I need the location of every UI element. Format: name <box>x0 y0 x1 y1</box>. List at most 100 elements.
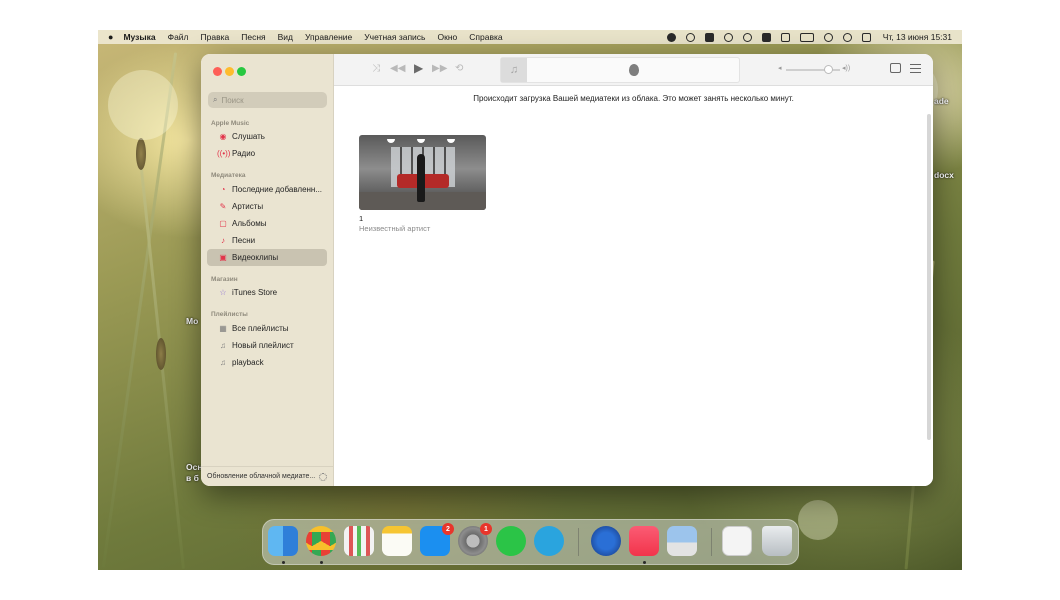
sidebar-item-label: iTunes Store <box>232 288 278 297</box>
sidebar-item-new-playlist[interactable]: ♫ Новый плейлист <box>207 337 327 354</box>
minimize-window-button[interactable] <box>225 67 234 76</box>
menu-help[interactable]: Справка <box>469 32 502 42</box>
apple-logo-icon <box>629 64 639 76</box>
preview-app-icon[interactable] <box>667 526 697 556</box>
dock-separator <box>711 528 712 556</box>
sidebar-item-radio[interactable]: ((•)) Радио <box>207 145 327 162</box>
desktop-file-label[interactable]: docx <box>934 170 954 180</box>
downloads-folder-icon[interactable] <box>722 526 752 556</box>
thumbnail-lamp <box>447 139 455 143</box>
desktop-file-label[interactable]: в б <box>186 473 199 483</box>
sidebar-item-music-videos[interactable]: ▣ Видеоклипы <box>207 249 327 266</box>
menu-controls[interactable]: Управление <box>305 32 352 42</box>
thumbnail-lamp <box>387 139 395 143</box>
bluetooth-status-icon[interactable] <box>780 32 790 42</box>
video-thumbnail[interactable] <box>359 135 486 210</box>
spotlight-search-icon[interactable] <box>842 32 852 42</box>
bolt-status-icon[interactable] <box>666 32 676 42</box>
thumbnail-person <box>417 154 425 202</box>
wifi-icon[interactable] <box>823 32 833 42</box>
next-track-icon[interactable]: ▶▶ <box>432 63 447 74</box>
search-field[interactable]: ⌕ <box>208 92 327 108</box>
video-artist[interactable]: Неизвестный артист <box>359 224 486 233</box>
sidebar-item-itunes-store[interactable]: ☆ iTunes Store <box>207 284 327 301</box>
desktop-file-label[interactable]: Осн <box>186 462 202 472</box>
trash-icon[interactable] <box>762 526 792 556</box>
menu-clock[interactable]: Чт, 13 июня 15:31 <box>883 32 952 42</box>
album-icon: ▢ <box>219 219 227 228</box>
sidebar-item-all-playlists[interactable]: ▦ Все плейлисты <box>207 320 327 337</box>
repeat-icon[interactable]: ⟲ <box>455 63 463 74</box>
finder-icon[interactable] <box>268 526 298 556</box>
lyrics-icon[interactable] <box>890 63 901 73</box>
cloud-library-status: Обновление облачной медиате... <box>201 466 334 486</box>
menu-song[interactable]: Песня <box>241 32 265 42</box>
sidebar-item-songs[interactable]: ♪ Песни <box>207 232 327 249</box>
app-store-icon[interactable]: 2 <box>420 523 454 556</box>
desktop-file-label[interactable]: ade <box>934 96 949 106</box>
loading-spinner-icon <box>319 472 328 481</box>
volume-low-icon: ◂ <box>778 65 782 72</box>
keyboard-layout-icon[interactable] <box>761 32 771 42</box>
sidebar-item-label: playback <box>232 358 264 367</box>
sidebar-item-recently-added[interactable]: ◔ Последние добавленн... <box>207 181 327 198</box>
telegram-icon[interactable] <box>534 526 564 556</box>
music-video-item[interactable]: 1 Неизвестный артист <box>359 135 486 233</box>
control-center-icon[interactable] <box>861 32 871 42</box>
menu-view[interactable]: Вид <box>278 32 293 42</box>
sidebar-item-label: Слушать <box>232 132 265 141</box>
previous-track-icon[interactable]: ◀◀ <box>390 63 405 74</box>
section-title-apple-music: Apple Music <box>211 120 250 127</box>
sidebar-item-albums[interactable]: ▢ Альбомы <box>207 215 327 232</box>
menu-app-name[interactable]: Музыка <box>123 32 155 42</box>
sidebar-item-label: Новый плейлист <box>232 341 294 350</box>
menu-window[interactable]: Окно <box>438 32 458 42</box>
sidebar-item-artists[interactable]: ✎ Артисты <box>207 198 327 215</box>
launchpad-icon[interactable] <box>344 526 374 556</box>
queue-list-icon[interactable] <box>910 64 921 73</box>
target-status-icon[interactable] <box>685 32 695 42</box>
headphones-status-icon[interactable] <box>742 32 752 42</box>
notes-icon[interactable] <box>382 526 412 556</box>
play-icon[interactable]: ▶ <box>414 61 423 75</box>
video-title[interactable]: 1 <box>359 214 486 223</box>
airplay-status-icon[interactable] <box>723 32 733 42</box>
apple-menu-icon[interactable]: ● <box>108 32 113 42</box>
menu-file[interactable]: Файл <box>168 32 189 42</box>
menu-edit[interactable]: Правка <box>201 32 230 42</box>
microphone-icon: ✎ <box>219 202 227 211</box>
music-app-icon[interactable] <box>629 526 659 556</box>
app-store-badge: 2 <box>442 523 454 535</box>
sidebar-item-label: Песни <box>232 236 256 245</box>
cloud-status-text: Обновление облачной медиате... <box>207 473 316 480</box>
volume-slider[interactable] <box>786 65 840 74</box>
running-indicator <box>282 561 285 564</box>
volume-high-icon: ◂)) <box>842 65 851 72</box>
music-note-icon: ♪ <box>221 236 225 245</box>
settings-badge: 1 <box>480 523 492 535</box>
sidebar-item-label: Артисты <box>232 202 264 211</box>
chrome-icon[interactable] <box>306 526 336 556</box>
whatsapp-icon[interactable] <box>496 526 526 556</box>
drive-status-icon[interactable] <box>704 32 714 42</box>
menu-account[interactable]: Учетная запись <box>364 32 425 42</box>
sidebar-item-playlist-playback[interactable]: ♫ playback <box>207 354 327 371</box>
desktop-file-label[interactable]: Мо <box>186 316 198 326</box>
system-settings-icon[interactable]: 1 <box>458 523 492 556</box>
bokeh-light <box>108 70 178 140</box>
now-playing-display[interactable]: ♫ <box>500 57 740 83</box>
menu-bar: ● Музыка Файл Правка Песня Вид Управлени… <box>98 30 962 44</box>
section-title-playlists: Плейлисты <box>211 311 248 318</box>
volume-slider-knob[interactable] <box>824 65 833 74</box>
lightning-app-icon[interactable] <box>591 526 621 556</box>
battery-icon[interactable] <box>799 32 814 42</box>
status-menu-area: Чт, 13 июня 15:31 <box>657 32 952 42</box>
shuffle-icon[interactable]: ⤨ <box>372 63 380 74</box>
search-input[interactable] <box>221 95 317 105</box>
sidebar-item-listen-now[interactable]: ◉ Слушать <box>207 128 327 145</box>
player-toolbar: ⤨ ◀◀ ▶ ▶▶ ⟲ ♫ ◂ ◂)) <box>334 54 933 86</box>
zoom-window-button[interactable] <box>237 67 246 76</box>
sidebar-item-label: Видеоклипы <box>232 253 279 262</box>
close-window-button[interactable] <box>213 67 222 76</box>
vertical-scrollbar[interactable] <box>927 114 931 440</box>
